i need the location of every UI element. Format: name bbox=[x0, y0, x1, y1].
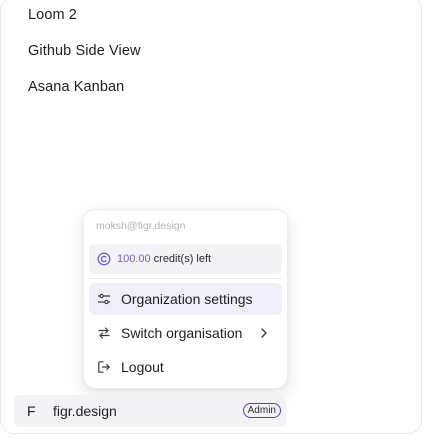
account-menu: moksh@figr.design 100.00 credit(s) left … bbox=[83, 209, 288, 389]
sidebar-item-asana-kanban[interactable]: Asana Kanban bbox=[28, 79, 124, 95]
chevron-right-icon bbox=[258, 326, 270, 340]
coin-icon bbox=[97, 252, 111, 266]
credits-amount: 100.00 bbox=[117, 253, 151, 265]
logout-icon bbox=[97, 360, 111, 374]
role-badge: Admin bbox=[242, 403, 281, 418]
credits-indicator: 100.00 credit(s) left bbox=[89, 244, 282, 274]
logout-label: Logout bbox=[121, 359, 164, 375]
organization-settings-menu-item[interactable]: Organization settings bbox=[89, 283, 282, 315]
sidebar-item-loom-2[interactable]: Loom 2 bbox=[28, 7, 77, 23]
logout-menu-item[interactable]: Logout bbox=[89, 351, 282, 383]
credits-label: credit(s) left bbox=[153, 253, 212, 265]
organization-settings-label: Organization settings bbox=[121, 291, 253, 307]
swap-icon bbox=[97, 326, 111, 340]
workspace-switcher[interactable]: F figr.design Admin bbox=[14, 395, 286, 427]
sidebar-item-github-side-view[interactable]: Github Side View bbox=[28, 43, 141, 59]
switch-organisation-menu-item[interactable]: Switch organisation bbox=[89, 317, 282, 349]
workspace-name: figr.design bbox=[53, 403, 117, 419]
sliders-icon bbox=[97, 292, 111, 306]
account-email: moksh@figr.design bbox=[96, 220, 186, 232]
menu-divider bbox=[89, 278, 282, 279]
workspace-avatar: F bbox=[27, 403, 36, 419]
switch-organisation-label: Switch organisation bbox=[121, 325, 243, 341]
